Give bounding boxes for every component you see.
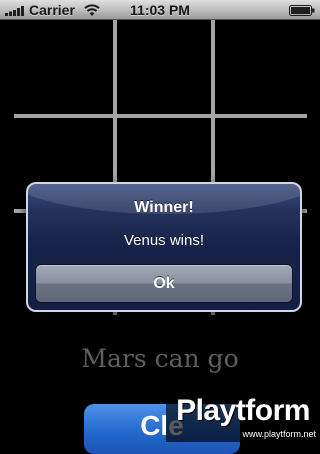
watermark-url: www.playtform.net [242, 429, 316, 439]
winner-alert-dialog: Winner! Venus wins! Ok [26, 182, 302, 312]
ok-button[interactable]: Ok [35, 264, 293, 303]
turn-status-label: Mars can go [81, 344, 239, 373]
alert-title: Winner! [134, 199, 194, 216]
alert-message: Venus wins! [123, 232, 205, 249]
playtform-watermark: Playtform www.playtform.net [166, 393, 320, 442]
watermark-logo: Playtform [176, 394, 310, 427]
